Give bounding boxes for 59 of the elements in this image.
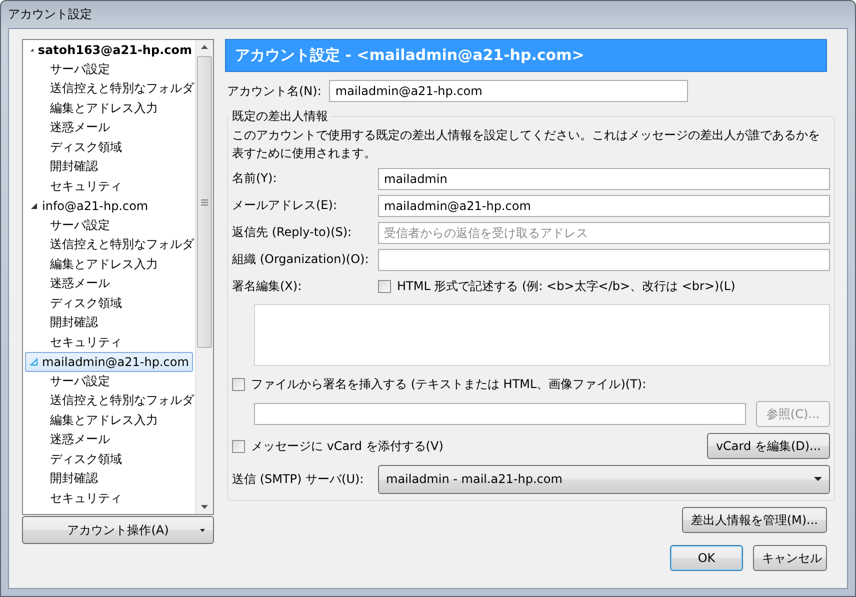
account-item[interactable]: satoh163@a21-hp.com: [25, 40, 193, 60]
smtp-server-dropdown[interactable]: mailadmin - mail.a21-hp.com: [378, 464, 830, 494]
account-name-field[interactable]: mailadmin@a21-hp.com: [329, 80, 688, 102]
checkbox[interactable]: [232, 378, 245, 391]
dropdown-arrow-icon: [200, 529, 205, 532]
input-field[interactable]: mailadmin: [378, 168, 830, 190]
account-item[interactable]: mailadmin@a21-hp.com: [25, 352, 193, 372]
field-label: メールアドレス(E):: [232, 197, 338, 214]
field-label: 返信先 (Reply-to)(S):: [232, 224, 353, 241]
input-field[interactable]: mailadmin@a21-hp.com: [378, 194, 830, 216]
settings-item[interactable]: セキュリティ: [25, 332, 193, 352]
checkbox[interactable]: [378, 280, 391, 293]
settings-item[interactable]: 開封確認: [25, 157, 193, 176]
settings-item[interactable]: セキュリティ: [25, 176, 193, 196]
settings-item[interactable]: 開封確認: [25, 469, 193, 488]
account-actions-button[interactable]: アカウント操作(A): [22, 516, 214, 544]
field-label: アカウント名(N):: [227, 82, 322, 100]
window-title: アカウント設定: [7, 6, 93, 23]
settings-item[interactable]: サーバ設定: [25, 216, 193, 235]
settings-item[interactable]: 迷惑メール: [25, 430, 193, 450]
settings-item[interactable]: セキュリティ: [25, 488, 193, 508]
settings-item[interactable]: 送信控えと特別なフォルダ: [25, 79, 193, 98]
dropdown-arrow-icon: [814, 477, 822, 481]
input-field[interactable]: 受信者からの返信を受け取るアドレス: [378, 222, 830, 244]
checkbox-label[interactable]: HTML 形式で記述する (例: <b>太字</b>、改行は <br>)(L): [397, 278, 736, 295]
input-field[interactable]: [378, 248, 830, 270]
edit-vcard-button[interactable]: vCard を編集(D)...: [706, 433, 830, 459]
checkbox-label[interactable]: メッセージに vCard を添付する(V): [251, 438, 444, 454]
group-title: 既定の差出人情報: [231, 108, 329, 125]
settings-item[interactable]: サーバ設定: [25, 60, 193, 79]
account-item[interactable]: info@a21-hp.com: [25, 196, 193, 216]
settings-item[interactable]: 編集とアドレス入力: [25, 410, 193, 430]
checkbox[interactable]: [232, 440, 245, 452]
field-label: 送信 (SMTP) サーバ(U):: [232, 470, 365, 488]
checkbox-label[interactable]: ファイルから署名を挿入する (テキストまたは HTML、画像ファイル)(T):: [251, 376, 646, 393]
page-header: アカウント設定 - <mailadmin@a21-hp.com>: [225, 39, 827, 72]
description-text: このアカウントで使用する既定の差出人情報を設定してください。これはメッセージの差出人が誰であるかを表すために使用されます。: [232, 127, 821, 162]
settings-item[interactable]: サーバ設定: [25, 372, 193, 391]
field-label: 名前(Y):: [232, 170, 278, 187]
file-path-field[interactable]: [254, 403, 746, 425]
settings-item[interactable]: 編集とアドレス入力: [25, 254, 193, 274]
settings-item[interactable]: 送信控えと特別なフォルダ: [25, 391, 193, 410]
ok-button[interactable]: OK: [670, 545, 743, 571]
field-label: 組織 (Organization)(O):: [232, 251, 370, 268]
settings-item[interactable]: 送信控えと特別なフォルダ: [25, 235, 193, 254]
settings-item[interactable]: ディスク領域: [25, 450, 193, 469]
manage-identities-button[interactable]: 差出人情報を管理(M)...: [682, 507, 827, 533]
settings-item[interactable]: ディスク領域: [25, 294, 193, 313]
field-label: 署名編集(X):: [232, 278, 303, 295]
settings-item[interactable]: 開封確認: [25, 313, 193, 332]
cancel-button[interactable]: キャンセル: [753, 545, 827, 571]
scrollbar[interactable]: [195, 40, 213, 514]
grip-icon: [201, 198, 208, 206]
expander-icon[interactable]: [30, 202, 38, 210]
settings-item[interactable]: ディスク領域: [25, 138, 193, 157]
settings-item[interactable]: 迷惑メール: [25, 274, 193, 294]
signature-text-area[interactable]: [254, 304, 830, 366]
settings-item[interactable]: 編集とアドレス入力: [25, 98, 193, 118]
settings-item[interactable]: 迷惑メール: [25, 118, 193, 138]
